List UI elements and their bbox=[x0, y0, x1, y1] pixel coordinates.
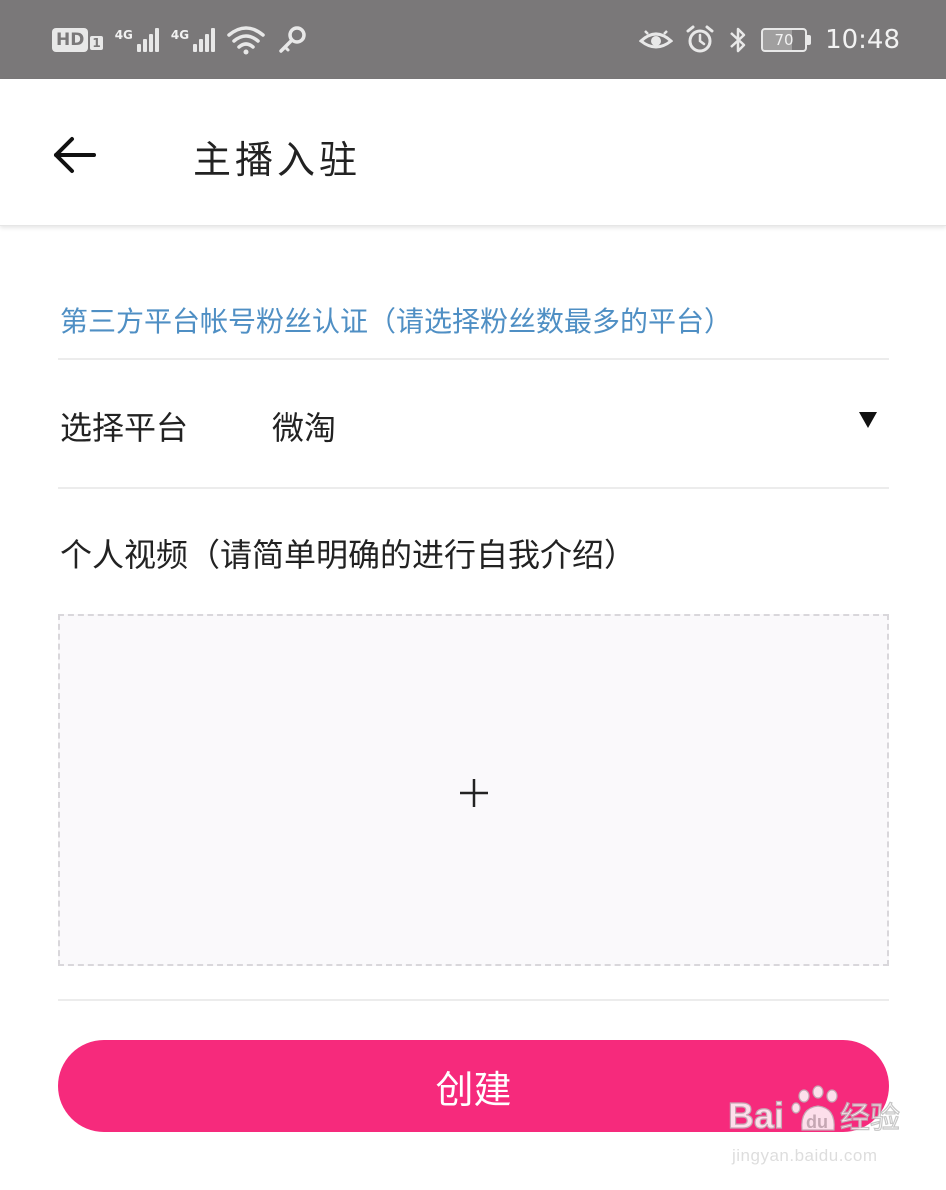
divider bbox=[58, 999, 889, 1001]
battery-icon: 70 bbox=[761, 27, 812, 52]
platform-select[interactable]: 微淘 bbox=[272, 403, 336, 449]
video-upload-area[interactable] bbox=[58, 614, 889, 966]
signal-icon: 4G bbox=[170, 27, 216, 52]
status-bar: HD 1 4G 4G 70 10:48 bbox=[0, 0, 946, 79]
video-label: 个人视频（请简单明确的进行自我介绍） bbox=[60, 536, 637, 574]
wifi-icon bbox=[227, 25, 265, 55]
page-title: 主播入驻 bbox=[193, 138, 362, 182]
status-bar-left: HD 1 4G 4G bbox=[52, 25, 307, 55]
arrow-left-icon bbox=[54, 137, 96, 173]
status-bar-right: 70 10:48 bbox=[639, 25, 900, 55]
back-button[interactable] bbox=[50, 131, 98, 179]
section-hint: 第三方平台帐号粉丝认证（请选择粉丝数最多的平台） bbox=[60, 305, 733, 338]
baidu-jingyan-logo: Bai du 经验 bbox=[727, 1085, 901, 1137]
hd-label: HD bbox=[52, 27, 89, 52]
divider bbox=[58, 487, 889, 489]
svg-text:Bai: Bai bbox=[728, 1095, 784, 1136]
network-type-label: 4G bbox=[170, 27, 190, 42]
watermark-url: jingyan.baidu.com bbox=[732, 1146, 878, 1165]
sim-number: 1 bbox=[90, 35, 103, 50]
triangle-down-icon[interactable] bbox=[858, 411, 878, 429]
app-header: 主播入驻 bbox=[0, 79, 946, 226]
platform-label: 选择平台 bbox=[60, 409, 189, 447]
hd-icon: HD 1 bbox=[52, 27, 103, 52]
key-icon bbox=[277, 25, 307, 55]
network-type-label: 4G bbox=[114, 27, 133, 42]
svg-text:经验: 经验 bbox=[840, 1101, 900, 1136]
bluetooth-icon bbox=[727, 25, 749, 55]
plus-icon bbox=[459, 779, 488, 807]
alarm-icon bbox=[685, 25, 715, 55]
battery-level: 70 bbox=[774, 30, 794, 49]
baidu-watermark: Bai du 经验 jingyan.baidu.com bbox=[722, 1082, 912, 1172]
eye-icon bbox=[639, 27, 674, 53]
status-time: 10:48 bbox=[825, 24, 900, 55]
svg-text:du: du bbox=[806, 1112, 828, 1132]
divider bbox=[58, 358, 889, 360]
signal-icon: 4G bbox=[114, 27, 159, 52]
